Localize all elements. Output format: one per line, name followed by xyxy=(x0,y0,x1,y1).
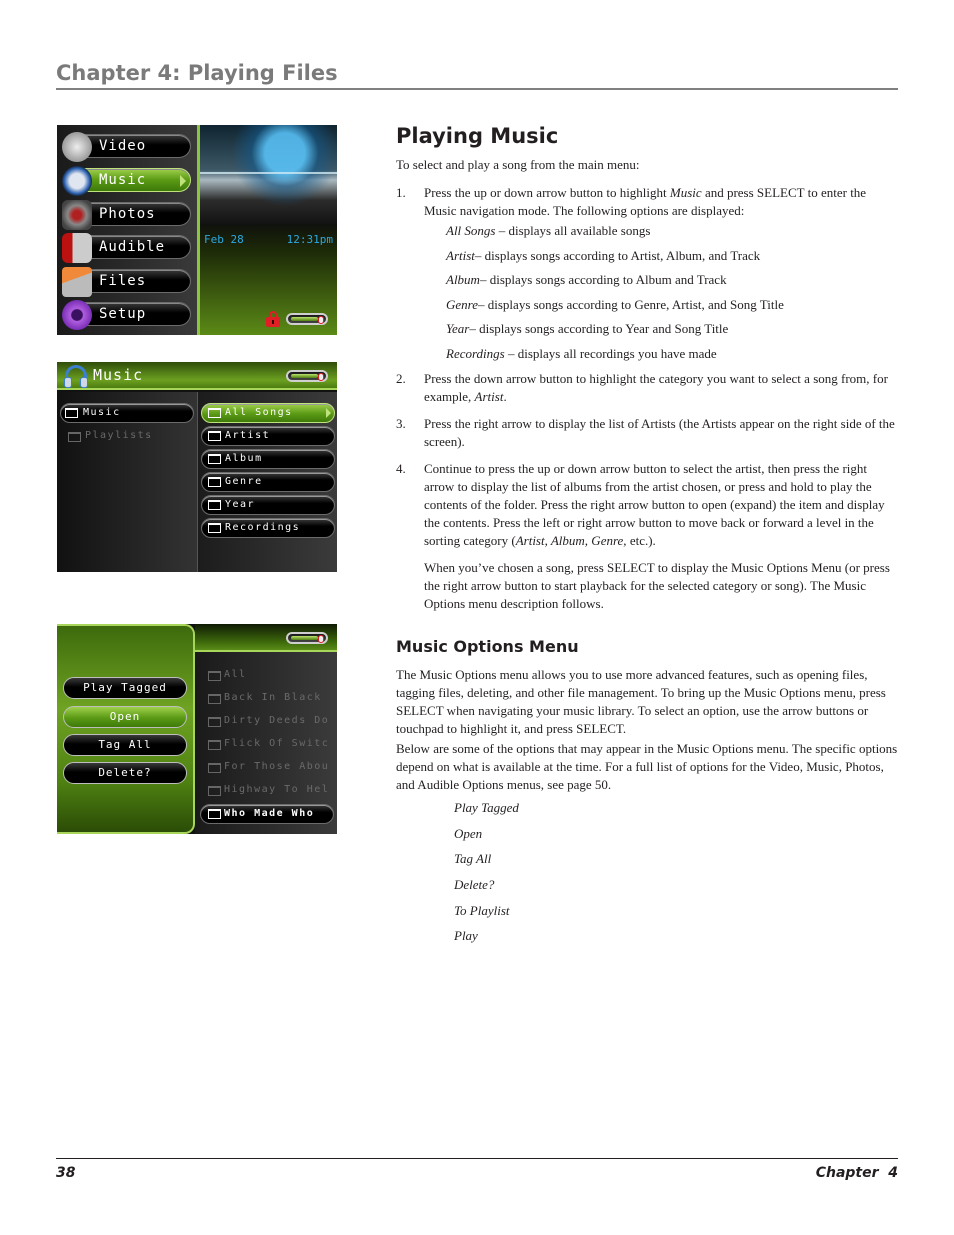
category-all-songs: All Songs – displays all available songs xyxy=(446,223,651,238)
battery-icon xyxy=(286,632,328,644)
status-panel: Feb 28 12:31pm xyxy=(200,125,337,335)
menu-item-audible: Audible xyxy=(62,233,191,263)
music-header-title: Music xyxy=(93,366,144,384)
folder-icon xyxy=(208,500,221,510)
folder-icon xyxy=(208,809,221,819)
track-item: Dirty Deeds Do xyxy=(203,713,333,731)
category-item-genre: Genre xyxy=(201,472,335,492)
playing-music-heading: Playing Music xyxy=(396,124,559,148)
folder-icon xyxy=(208,671,221,681)
category-album: Album– displays songs according to Album… xyxy=(446,272,727,287)
menu-item-photos: Photos xyxy=(62,200,191,230)
folder-icon xyxy=(208,523,221,533)
menu-item-setup: Setup xyxy=(62,300,191,330)
category-item-artist: Artist xyxy=(201,426,335,446)
folder-icon xyxy=(208,408,221,418)
source-item-playlists: Playlists xyxy=(60,427,194,447)
headphones-icon xyxy=(62,166,92,196)
time-readout: 12:31pm xyxy=(286,233,333,246)
chapter-title: Chapter 4: Playing Files xyxy=(56,61,338,85)
intro-text: To select and play a song from the main … xyxy=(396,157,640,172)
track-item: Back In Black xyxy=(203,690,333,708)
battery-icon xyxy=(286,370,328,382)
folder-icon xyxy=(208,763,221,773)
after-steps-text: When you’ve chosen a song, press SELECT … xyxy=(424,560,890,611)
folder-icon xyxy=(208,786,221,796)
folder-icon xyxy=(208,477,221,487)
video-camera-icon xyxy=(62,132,92,162)
open-folder-icon xyxy=(65,408,78,418)
option-list-item: Delete? xyxy=(454,877,495,892)
category-item-year: Year xyxy=(201,495,335,515)
date-readout: Feb 28 xyxy=(204,233,244,246)
page-number: 38 xyxy=(56,1165,76,1181)
music-header: Music xyxy=(57,362,337,390)
step-number: 3. xyxy=(396,416,406,431)
folder-icon xyxy=(208,740,221,750)
folder-icon xyxy=(208,717,221,727)
gear-icon xyxy=(62,300,92,330)
track-item: All xyxy=(203,667,333,685)
wallpaper-line xyxy=(200,172,337,174)
options-paragraph-2: Below are some of the options that may a… xyxy=(396,741,898,792)
battery-icon xyxy=(286,313,328,325)
step-4: Continue to press the up or down arrow b… xyxy=(424,461,885,548)
lock-icon xyxy=(266,311,280,327)
option-tag-all: Tag All xyxy=(63,734,187,756)
music-options-heading: Music Options Menu xyxy=(396,637,579,656)
category-recordings: Recordings – displays all recordings you… xyxy=(446,346,717,361)
category-item-all-songs: All Songs xyxy=(201,403,335,423)
music-browse-screenshot: Music Music Playlists All Songs Artist A… xyxy=(57,362,337,572)
camera-icon xyxy=(62,200,92,230)
option-delete: Delete? xyxy=(63,762,187,784)
headphones-icon xyxy=(64,365,88,388)
music-options-screenshot: Play Tagged Open Tag All Delete? All Bac… xyxy=(57,624,337,834)
wallpaper-art xyxy=(200,125,337,225)
step-2: Press the down arrow button to highlight… xyxy=(424,371,888,404)
footer-chapter: Chapter 4 xyxy=(815,1165,898,1181)
folder-icon xyxy=(208,694,221,704)
folder-icon xyxy=(208,454,221,464)
category-item-album: Album xyxy=(201,449,335,469)
menu-item-music: Music xyxy=(62,166,191,196)
chapter-header: Chapter 4: Playing Files xyxy=(56,60,898,90)
options-panel: Play Tagged Open Tag All Delete? xyxy=(57,624,195,834)
category-artist: Artist– displays songs according to Arti… xyxy=(446,248,761,263)
chevron-right-icon xyxy=(180,175,186,187)
audible-icon xyxy=(62,233,92,263)
option-list-item: To Playlist xyxy=(454,903,510,918)
track-list-header xyxy=(195,624,337,652)
category-genre: Genre– displays songs according to Genre… xyxy=(446,297,784,312)
main-menu-screenshot: Video Music Photos Audible Files Setup F… xyxy=(57,125,337,335)
step-3: Press the right arrow to display the lis… xyxy=(424,416,895,449)
option-play-tagged: Play Tagged xyxy=(63,677,187,699)
track-item-selected: Who Made Who xyxy=(200,804,334,824)
track-item: Flick Of Switc xyxy=(203,736,333,754)
folder-icon xyxy=(62,267,92,297)
source-item-music: Music xyxy=(60,403,194,423)
track-item: For Those Abou xyxy=(203,759,333,777)
chevron-right-icon xyxy=(326,408,331,418)
option-list-item: Open xyxy=(454,826,483,841)
menu-item-files: Files xyxy=(62,267,191,297)
track-item: Highway To Hel xyxy=(203,782,333,800)
step-number: 4. xyxy=(396,461,406,476)
footer-rule xyxy=(56,1158,898,1159)
step-1: Press the up or down arrow button to hig… xyxy=(424,185,867,218)
step-number: 1. xyxy=(396,185,406,200)
option-list-item: Play Tagged xyxy=(454,800,519,815)
step-number: 2. xyxy=(396,371,406,386)
folder-icon xyxy=(68,432,81,442)
category-year: Year– displays songs according to Year a… xyxy=(446,321,729,336)
options-paragraph-1: The Music Options menu allows you to use… xyxy=(396,667,886,736)
option-list-item: Play xyxy=(454,928,478,943)
menu-item-video: Video xyxy=(62,132,191,162)
option-list-item: Tag All xyxy=(454,851,492,866)
folder-icon xyxy=(208,431,221,441)
main-menu-list: Video Music Photos Audible Files Setup xyxy=(57,125,197,335)
category-item-recordings: Recordings xyxy=(201,518,335,538)
option-open: Open xyxy=(63,706,187,728)
